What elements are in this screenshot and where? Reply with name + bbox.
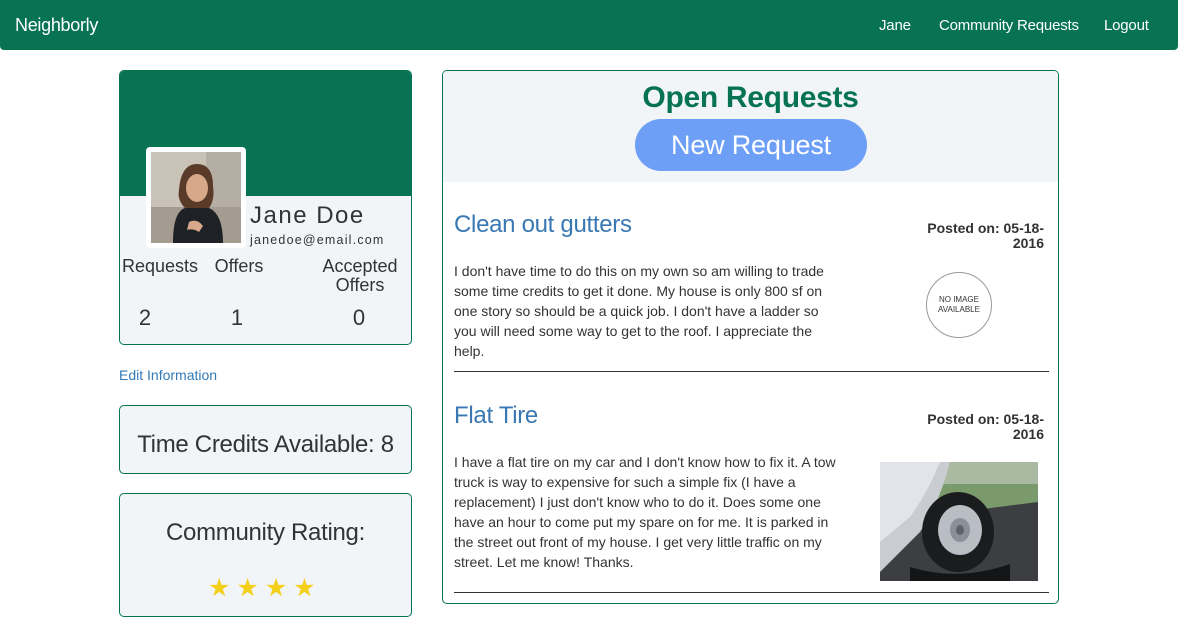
profile-email: janedoe@email.com: [250, 233, 385, 247]
nav-link-profile[interactable]: Jane: [879, 17, 911, 34]
profile-name: Jane Doe: [250, 202, 365, 229]
stat-label-accepted-offers: Accepted Offers: [322, 256, 398, 295]
community-rating-card: Community Rating: ★★★★: [119, 493, 412, 617]
navbar: Neighborly Jane Community Requests Logou…: [0, 0, 1178, 50]
open-requests-header: Open Requests New Request: [443, 71, 1058, 182]
open-requests-title: Open Requests: [642, 81, 859, 114]
rating-stars: ★★★★: [208, 574, 322, 602]
request-item: Flat Tire Posted on: 05-18-2016 I have a…: [454, 402, 1049, 593]
open-requests-panel: Open Requests New Request Clean out gutt…: [442, 70, 1059, 604]
stat-value-accepted-offers: 0: [352, 305, 366, 330]
request-posted-date: Posted on: 05-18-2016: [927, 220, 1044, 251]
edit-information-link[interactable]: Edit Information: [119, 367, 217, 383]
request-description: I don't have time to do this on my own s…: [454, 263, 824, 359]
avatar-frame: [146, 147, 246, 248]
no-image-placeholder: NO IMAGE AVAILABLE: [926, 272, 992, 338]
nav-link-logout[interactable]: Logout: [1104, 17, 1149, 34]
time-credits-text: Time Credits Available: 8: [137, 431, 394, 458]
new-request-button[interactable]: New Request: [635, 119, 867, 171]
stat-value-offers: 1: [230, 305, 244, 330]
request-item: Clean out gutters Posted on: 05-18-2016 …: [454, 211, 1049, 372]
profile-card: Jane Doe janedoe@email.com Requests Offe…: [119, 70, 412, 345]
avatar: [151, 152, 241, 243]
time-credits-card: Time Credits Available: 8: [119, 405, 412, 474]
request-title[interactable]: Flat Tire: [454, 402, 538, 430]
request-description: I have a flat tire on my car and I don't…: [454, 454, 836, 570]
stat-label-requests: Requests: [121, 256, 199, 276]
flat-tire-photo: [880, 462, 1038, 581]
stat-label-offers: Offers: [214, 256, 264, 276]
brand-logo[interactable]: Neighborly: [15, 15, 98, 36]
request-title[interactable]: Clean out gutters: [454, 211, 632, 239]
nav-link-community-requests[interactable]: Community Requests: [939, 17, 1079, 34]
community-rating-title: Community Rating:: [166, 519, 365, 546]
request-posted-date: Posted on: 05-18-2016: [927, 411, 1044, 442]
stat-value-requests: 2: [138, 305, 152, 330]
